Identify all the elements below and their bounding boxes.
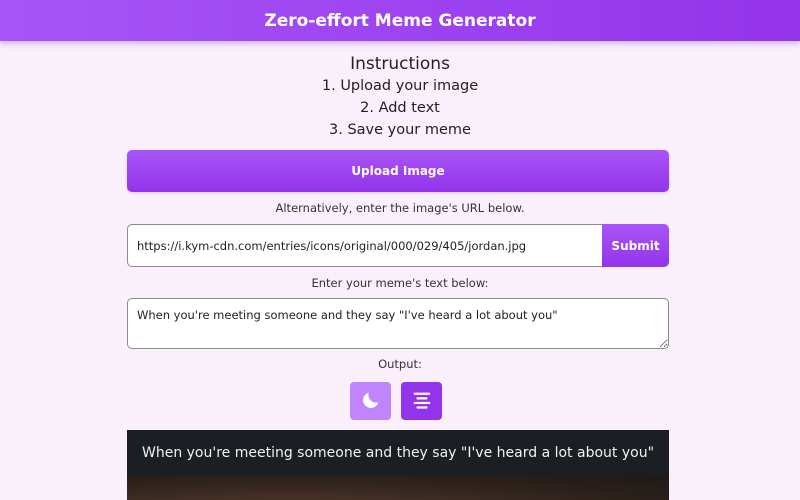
url-form: Submit <box>127 224 669 267</box>
instruction-step: 1. Upload your image <box>321 78 479 94</box>
meme-text-input[interactable]: When you're meeting someone and they say… <box>127 298 669 349</box>
image-url-input[interactable] <box>127 224 602 267</box>
app-header: Zero-effort Meme Generator <box>0 0 800 41</box>
meme-image <box>127 475 669 500</box>
upload-image-button[interactable]: Upload Image <box>127 150 669 192</box>
dark-mode-toggle[interactable] <box>350 382 391 420</box>
app-title: Zero-effort Meme Generator <box>264 10 536 31</box>
meme-preview: When you're meeting someone and they say… <box>127 430 669 500</box>
output-label: Output: <box>378 357 422 371</box>
text-align-toggle[interactable] <box>401 382 442 420</box>
submit-button[interactable]: Submit <box>602 224 669 267</box>
meme-text-label: Enter your meme's text below: <box>311 276 489 290</box>
instruction-step: 3. Save your meme <box>329 122 471 138</box>
output-toggles <box>350 382 442 420</box>
meme-caption: When you're meeting someone and they say… <box>141 444 655 461</box>
align-center-icon <box>411 389 433 414</box>
instructions-title: Instructions <box>350 54 450 74</box>
instructions: Instructions 1. Upload your image 2. Add… <box>0 53 800 141</box>
instruction-step: 2. Add text <box>360 100 440 116</box>
url-hint: Alternatively, enter the image's URL bel… <box>275 201 525 215</box>
moon-icon <box>360 389 382 414</box>
